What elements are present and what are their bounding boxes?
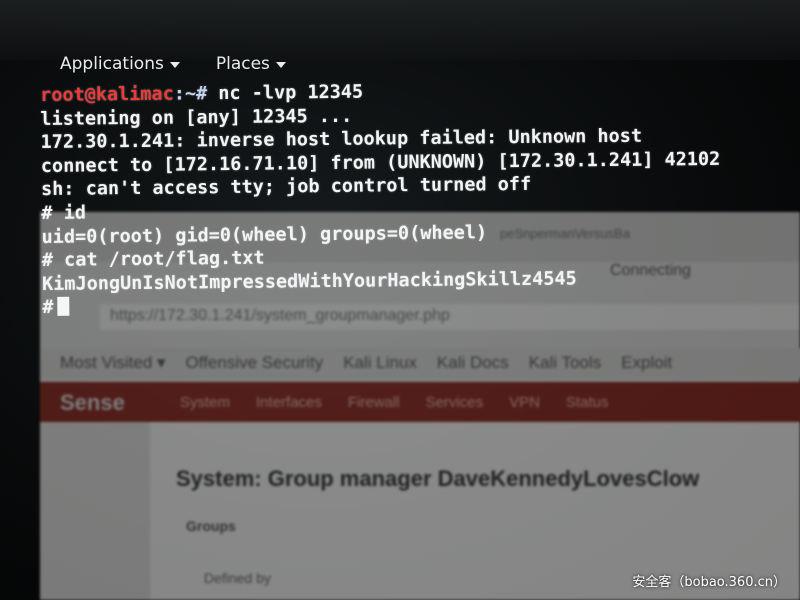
bookmark-exploit[interactable]: Exploit [621,353,672,373]
bookmark-kali-linux[interactable]: Kali Linux [343,353,417,373]
places-menu[interactable]: Places [216,54,286,74]
places-menu-label: Places [215,54,270,74]
prompt-path: :~# [173,83,208,105]
page-heading: System: Group manager DaveKennedyLovesCl… [176,466,700,491]
nav-firewall[interactable]: Firewall [348,394,400,411]
nav-vpn[interactable]: VPN [509,394,540,411]
nav-interfaces[interactable]: Interfaces [256,394,322,411]
chevron-down-icon [169,62,180,68]
root-prompt: # [42,297,54,319]
applications-menu-label: Applications [60,54,164,74]
bookmarks-toolbar: Most Visited ▾ Offensive Security Kali L… [40,348,800,378]
photo-screen: peSnpermanVersusBa Connecting https://17… [0,0,800,600]
groups-panel-title: Groups [186,518,236,534]
chevron-down-icon [275,62,286,68]
nav-system[interactable]: System [180,394,230,411]
defined-by-column: Defined by [204,570,271,586]
pfsense-logo: Sense [60,390,125,415]
applications-menu[interactable]: Applications [60,54,180,74]
screen-glare [0,0,800,60]
nav-status[interactable]: Status [566,394,609,411]
bookmark-kali-tools[interactable]: Kali Tools [529,353,601,373]
bookmark-offensive-security[interactable]: Offensive Security [186,353,324,373]
bookmark-most-visited[interactable]: Most Visited ▾ [60,353,166,373]
command-text: nc -lvp 12345 [207,81,364,105]
pfsense-navbar: Sense System Interfaces Firewall Service… [40,382,800,422]
terminal[interactable]: root@kalimac:~# nc -lvp 12345 listening … [40,76,800,320]
text-cursor [57,297,70,317]
bookmark-kali-docs[interactable]: Kali Docs [437,353,509,373]
nav-services[interactable]: Services [426,394,484,411]
top-panel: Applications Places [60,54,286,74]
prompt-user: root@kalimac [40,83,174,106]
watermark: 安全客（bobao.360.cn） [632,575,786,590]
